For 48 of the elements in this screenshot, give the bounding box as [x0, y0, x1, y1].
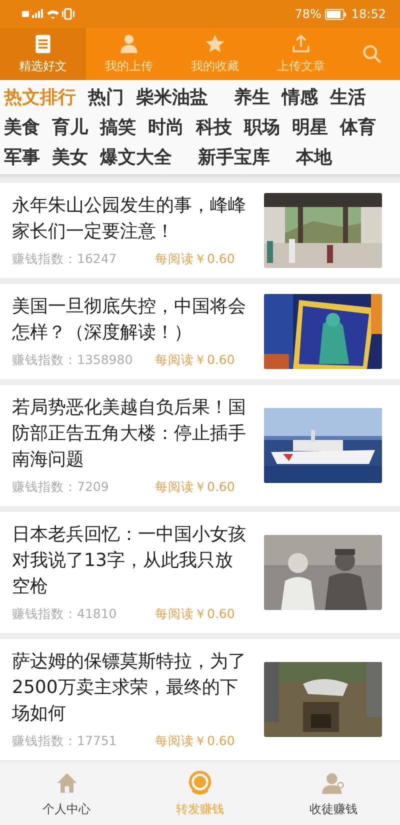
earning-index: 赚钱指数：7209 — [12, 479, 110, 496]
earning-index: 赚钱指数：41810 — [12, 606, 118, 623]
category-tab[interactable]: 搞笑 — [100, 114, 148, 142]
category-tab[interactable]: 柴米油盐 — [136, 84, 234, 112]
reward-per-read: 每阅读￥0.60 — [155, 606, 235, 623]
reward-per-read: 每阅读￥0.60 — [155, 733, 235, 750]
clock: 18:52 — [351, 7, 386, 21]
article-title: 萨达姆的保镖莫斯特拉，为了2500万卖主求荣，最终的下场如何 — [12, 650, 247, 726]
reward-per-read: 每阅读￥0.60 — [155, 352, 235, 369]
category-tab[interactable]: 热门 — [88, 84, 136, 112]
battery-percent: 78% — [294, 7, 322, 21]
category-tab[interactable]: 美女 — [52, 144, 100, 172]
category-tab[interactable]: 体育 — [340, 114, 388, 142]
category-tab[interactable]: 爆文大全 — [100, 144, 198, 172]
article-title: 日本老兵回忆：一中国小女孩对我说了13字，从此我只放空枪 — [12, 523, 247, 599]
category-tab[interactable]: 时尚 — [148, 114, 196, 142]
article-card[interactable]: 美国一旦彻底失控，中国将会怎样？（深度解读！） 赚钱指数：1358980 每阅读￥0.60 — [0, 284, 400, 379]
article-title: 永年朱山公园发生的事，峰峰家长们一定要注意！ — [12, 194, 247, 244]
article-card[interactable]: 萨达姆的保镖莫斯特拉，为了2500万卖主求荣，最终的下场如何 赚钱指数：17751 每阅读￥0.60 — [0, 639, 400, 760]
category-tab[interactable]: 养生 — [234, 84, 282, 112]
category-tab[interactable]: 职场 — [244, 114, 292, 142]
category-tab[interactable]: 情感 — [282, 84, 330, 112]
category-tab[interactable]: 育儿 — [52, 114, 100, 142]
article-card[interactable]: 若局势恶化美越自负后果！国防部正告五角大楼：停止插手南海问题 赚钱指数：7209 每阅读￥0.60 — [0, 385, 400, 506]
article-card[interactable]: 日本老兵回忆：一中国小女孩对我说了13字，从此我只放空枪 赚钱指数：41810 每阅读￥0.60 — [0, 512, 400, 633]
category-tab[interactable]: 军事 — [4, 144, 52, 172]
reward-per-read: 每阅读￥0.60 — [155, 251, 235, 268]
bottom-tab[interactable]: 收徒赚钱 — [266, 762, 400, 825]
upload-icon — [290, 33, 312, 55]
article-title: 若局势恶化美越自负后果！国防部正告五角大楼：停止插手南海问题 — [12, 396, 247, 472]
article-title: 美国一旦彻底失控，中国将会怎样？（深度解读！） — [12, 295, 247, 345]
category-tab[interactable]: 科技 — [196, 114, 244, 142]
article-card[interactable]: 永年朱山公园发生的事，峰峰家长们一定要注意！ 赚钱指数：16247 每阅读￥0.60 — [0, 183, 400, 278]
earning-index: 赚钱指数：1358980 — [12, 352, 134, 369]
category-tab[interactable]: 新手宝库 — [198, 144, 296, 172]
category-tab[interactable]: 明星 — [292, 114, 340, 142]
category-tab[interactable]: 美食 — [4, 114, 52, 142]
reward-per-read: 每阅读￥0.60 — [155, 479, 235, 496]
bottom-tab[interactable]: 个人中心 — [0, 762, 134, 825]
battery-icon — [325, 8, 348, 20]
user-icon — [118, 33, 140, 55]
star-icon — [204, 33, 226, 55]
earning-index: 赚钱指数：16247 — [12, 251, 118, 268]
coin-icon — [186, 770, 213, 796]
category-tab[interactable]: 生活 — [330, 84, 378, 112]
category-tab[interactable]: 本地 — [296, 144, 344, 172]
earning-index: 赚钱指数：17751 — [12, 733, 118, 750]
search-icon[interactable] — [361, 43, 383, 65]
